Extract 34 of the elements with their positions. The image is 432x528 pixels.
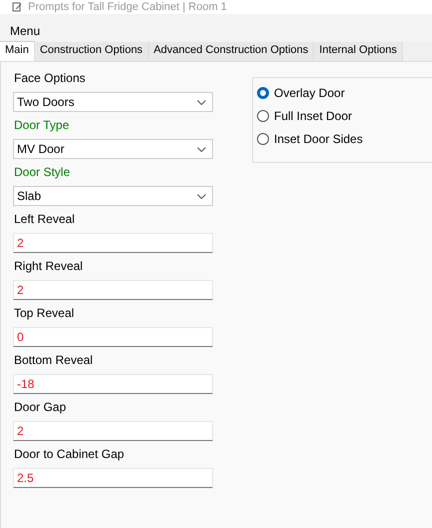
field-label: Door Style [14, 164, 70, 180]
input-field[interactable]: 0 [13, 327, 213, 347]
field-label: Face Options [14, 70, 86, 86]
field-label: Right Reveal [14, 258, 83, 274]
field-label: Bottom Reveal [14, 352, 93, 368]
field-label: Door to Cabinet Gap [14, 446, 124, 462]
radio-option[interactable]: Inset Door Sides [257, 132, 363, 146]
radio-button[interactable] [257, 110, 269, 122]
dropdown[interactable]: Two Doors [13, 92, 213, 112]
tab[interactable]: Advanced Construction Options [148, 42, 314, 61]
chevron-down-icon [197, 194, 206, 198]
radio-option[interactable]: Full Inset Door [257, 109, 352, 123]
input-field[interactable]: 2.5 [13, 468, 213, 488]
input-field[interactable]: -18 [13, 374, 213, 394]
field-label: Door Type [14, 117, 70, 133]
tab[interactable]: Internal Options [314, 42, 403, 61]
chevron-down-icon [197, 100, 206, 104]
menu-item[interactable]: Menu [10, 24, 40, 38]
field-label: Top Reveal [14, 305, 74, 321]
field-label: Left Reveal [14, 211, 75, 227]
field-label: Door Gap [14, 399, 66, 415]
tab[interactable]: Main [0, 41, 35, 61]
tab[interactable]: Construction Options [34, 42, 149, 61]
dropdown[interactable]: MV Door [13, 139, 213, 159]
edit-icon [12, 2, 22, 12]
input-field[interactable]: 2 [13, 421, 213, 441]
window-title: Prompts for Tall Fridge Cabinet | Room 1 [28, 0, 227, 14]
radio-button[interactable] [257, 133, 269, 145]
radio-option[interactable]: Overlay Door [257, 86, 345, 100]
chevron-down-icon [197, 146, 206, 152]
input-field[interactable]: 2 [13, 280, 213, 300]
dropdown[interactable]: Slab [13, 186, 213, 206]
radio-button[interactable] [257, 87, 269, 99]
input-field[interactable]: 2 [13, 233, 213, 253]
